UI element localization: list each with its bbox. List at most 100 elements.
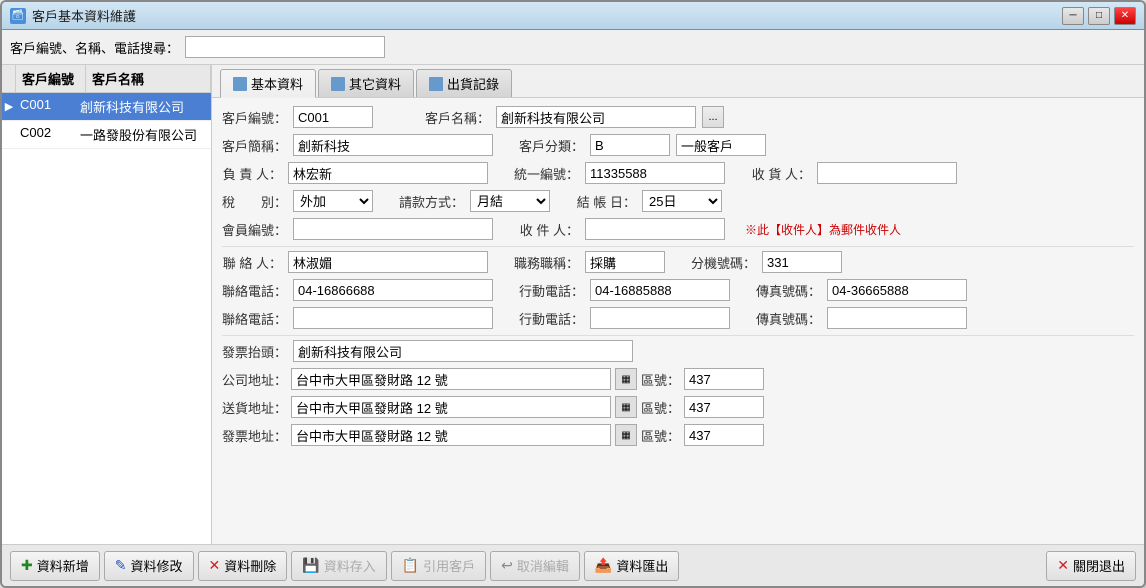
shipping-addr-grid-button[interactable]: ▦ [615, 396, 637, 418]
label-contact: 負 責 人： [222, 164, 282, 183]
add-label: 資料新增 [37, 556, 89, 575]
tab-other[interactable]: 其它資料 [318, 69, 414, 97]
field-ext[interactable] [762, 251, 842, 273]
tab-basic[interactable]: 基本資料 [220, 69, 316, 98]
label-closing-day: 結 帳 日： [576, 192, 636, 211]
field-contact[interactable] [288, 162, 488, 184]
field-company-addr[interactable] [291, 368, 611, 390]
label-invoice-to: 發票抬頭： [222, 342, 287, 361]
window-title: 客戶基本資料維護 [32, 6, 1062, 25]
field-shipping-zone[interactable] [684, 396, 764, 418]
label-mobile2: 行動電話： [519, 309, 584, 328]
minimize-button[interactable]: ─ [1062, 7, 1084, 25]
tab-basic-label: 基本資料 [251, 74, 303, 93]
field-customer-name[interactable] [496, 106, 696, 128]
field-shipping-addr[interactable] [291, 396, 611, 418]
edit-button[interactable]: ✎ 資料修改 [104, 551, 194, 581]
row-arrow [2, 121, 16, 148]
field-tax-id[interactable] [585, 162, 725, 184]
field-invoice-zone[interactable] [684, 424, 764, 446]
tab-icon [429, 77, 443, 91]
tab-other-label: 其它資料 [349, 74, 401, 93]
cancel-label: 取消編輯 [517, 556, 569, 575]
label-fax1: 傳真號碼： [756, 281, 821, 300]
field-customer-short[interactable] [293, 134, 493, 156]
save-label: 資料存入 [324, 556, 376, 575]
form-area: 客戶編號： 客戶名稱： ... 客戶簡稱： 客戶分類： [212, 98, 1144, 544]
field-receiver[interactable] [817, 162, 957, 184]
label-phone2: 聯絡電話： [222, 309, 287, 328]
delete-button[interactable]: ✕ 資料刪除 [198, 551, 288, 581]
field-mobile1[interactable] [590, 279, 730, 301]
customer-name-lookup-button[interactable]: ... [702, 106, 724, 128]
invoice-addr-grid-button[interactable]: ▦ [615, 424, 637, 446]
field-phone2[interactable] [293, 307, 493, 329]
search-input[interactable] [185, 36, 385, 58]
field-member-id[interactable] [293, 218, 493, 240]
delete-label: 資料刪除 [224, 556, 276, 575]
quote-button[interactable]: 📋 引用客戶 [391, 551, 486, 581]
tab-bar: 基本資料 其它資料 出貨記錄 [212, 65, 1144, 98]
save-button[interactable]: 💾 資料存入 [291, 551, 386, 581]
divider [222, 246, 1134, 247]
select-closing-day[interactable]: 25日 [642, 190, 722, 212]
export-button[interactable]: 📤 資料匯出 [584, 551, 679, 581]
select-tax-type[interactable]: 外加 [293, 190, 373, 212]
field-customer-type2[interactable] [676, 134, 766, 156]
close-exit-icon: ✕ [1057, 557, 1069, 574]
field-fax2[interactable] [827, 307, 967, 329]
select-payment[interactable]: 月結 [470, 190, 550, 212]
field-contact-name[interactable] [288, 251, 488, 273]
label-member-id: 會員編號： [222, 220, 287, 239]
field-customer-id[interactable] [293, 106, 373, 128]
label-contact-name: 聯 絡 人： [222, 253, 282, 272]
field-fax1[interactable] [827, 279, 967, 301]
label-invoice-zone: 區號： [641, 426, 680, 445]
export-label: 資料匯出 [616, 556, 668, 575]
close-exit-button[interactable]: ✕ 關閉退出 [1046, 551, 1136, 581]
field-mobile2[interactable] [590, 307, 730, 329]
label-company-zone: 區號： [641, 370, 680, 389]
delete-icon: ✕ [209, 557, 221, 574]
form-row-5: 會員編號： 收 件 人： ※此【收件人】為郵件收件人 [222, 218, 1134, 240]
form-row-4: 稅 別： 外加 請款方式： 月結 結 帳 日： 25日 [222, 190, 1134, 212]
left-panel: 客戶編號 客戶名稱 ▶ C001 創新科技有限公司 C002 一路發股份有限公司 [2, 65, 212, 544]
field-company-zone[interactable] [684, 368, 764, 390]
search-bar: 客戶編號、名稱、電話搜尋： [2, 30, 1144, 65]
cancel-button[interactable]: ↩ 取消編輯 [490, 551, 580, 581]
label-shipping-zone: 區號： [641, 398, 680, 417]
cell-code: C002 [16, 121, 76, 148]
label-tax-type: 稅 別： [222, 192, 287, 211]
label-receiver: 收 貨 人： [751, 164, 811, 183]
label-tax-id: 統一編號： [514, 164, 579, 183]
close-button[interactable]: ✕ [1114, 7, 1136, 25]
cell-name: 一路發股份有限公司 [76, 121, 211, 148]
field-customer-type[interactable] [590, 134, 670, 156]
tab-icon [233, 77, 247, 91]
field-invoice-to[interactable] [293, 340, 633, 362]
main-window: 🗃 客戶基本資料維護 ─ □ ✕ 客戶編號、名稱、電話搜尋： 客戶編號 客戶名稱 [0, 0, 1146, 588]
customer-table: ▶ C001 創新科技有限公司 C002 一路發股份有限公司 [2, 93, 211, 544]
table-row[interactable]: C002 一路發股份有限公司 [2, 121, 211, 149]
maximize-button[interactable]: □ [1088, 7, 1110, 25]
edit-label: 資料修改 [130, 556, 182, 575]
label-shipping-addr: 送貨地址： [222, 398, 287, 417]
company-addr-grid-button[interactable]: ▦ [615, 368, 637, 390]
field-invoice-addr[interactable] [291, 424, 611, 446]
add-button[interactable]: ✚ 資料新增 [10, 551, 100, 581]
bottom-toolbar: ✚ 資料新增 ✎ 資料修改 ✕ 資料刪除 💾 資料存入 📋 引用客戶 ↩ 取消編 [2, 544, 1144, 586]
label-job-title: 職務職稱： [514, 253, 579, 272]
tab-shipment[interactable]: 出貨記錄 [416, 69, 512, 97]
label-customer-type: 客戶分類： [519, 136, 584, 155]
add-icon: ✚ [21, 557, 33, 574]
field-job-title[interactable] [585, 251, 665, 273]
label-company-addr: 公司地址： [222, 370, 287, 389]
label-ext: 分機號碼： [691, 253, 756, 272]
label-customer-name: 客戶名稱： [425, 108, 490, 127]
table-row[interactable]: ▶ C001 創新科技有限公司 [2, 93, 211, 121]
window-controls: ─ □ ✕ [1062, 7, 1136, 25]
field-recipient[interactable] [585, 218, 725, 240]
label-recipient: 收 件 人： [519, 220, 579, 239]
field-phone1[interactable] [293, 279, 493, 301]
quote-label: 引用客戶 [423, 556, 475, 575]
